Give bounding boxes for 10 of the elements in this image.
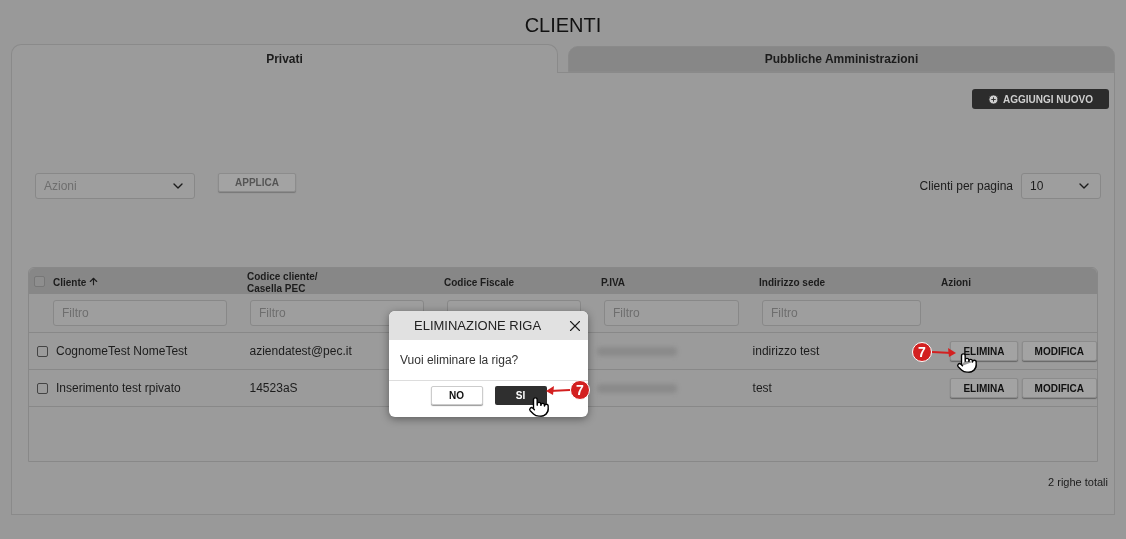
table-cell-text: Inserimento test rpivato <box>56 380 181 397</box>
dialog-message: Vuoi eliminare la riga? <box>400 352 519 369</box>
table-cell: 14523aS <box>249 381 298 395</box>
table-cell: indirizzo test <box>752 344 820 358</box>
table-cell: test <box>752 381 772 395</box>
table-cell: aziendatest@pec.it <box>249 344 352 358</box>
page-title: CLIENTI <box>524 13 602 38</box>
page-size-label: Clienti per pagina <box>919 178 1013 195</box>
total-count: 2 righe totali <box>1048 475 1108 490</box>
table-cell-text: CognomeTest NomeTest <box>56 343 188 360</box>
